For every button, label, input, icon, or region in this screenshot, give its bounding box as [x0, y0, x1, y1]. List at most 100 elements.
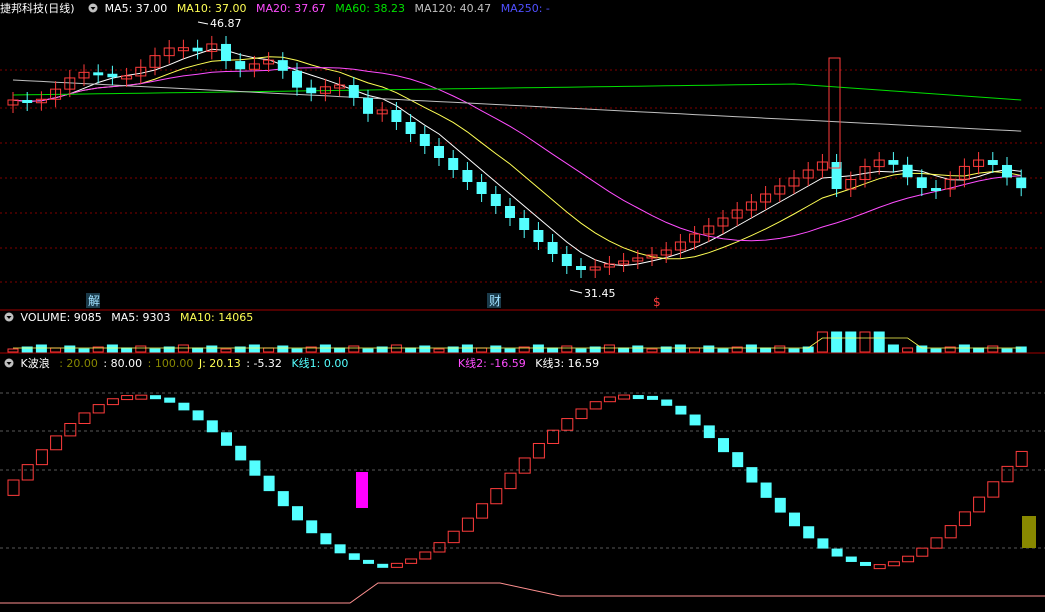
kwave-v2: : 80.00 — [103, 357, 143, 370]
menu-icon[interactable] — [4, 358, 14, 368]
volume-bar — [277, 345, 289, 353]
volume-bar — [674, 344, 686, 353]
candle-body — [163, 47, 175, 57]
kwave-bar — [902, 555, 915, 563]
volume-bars — [7, 331, 1027, 353]
volume-bar — [532, 344, 544, 353]
s-marker: $ — [653, 295, 661, 309]
kwave-neg: : -5.32 — [246, 357, 282, 370]
candle-body — [64, 77, 76, 90]
candle-body — [248, 63, 260, 70]
kwave-baseline — [0, 582, 1045, 604]
kwave-bar — [249, 460, 261, 476]
candle-body — [987, 160, 998, 165]
kwave-bar — [235, 445, 247, 461]
kwave-bar — [661, 399, 673, 406]
candle-body — [348, 85, 359, 98]
kwave-bar — [532, 442, 545, 459]
volume-bar — [405, 347, 417, 353]
ma60-line — [12, 83, 1022, 101]
stock-chart[interactable]: 46.87 31.45 解 财 $ — [0, 0, 1045, 612]
jie-marker-bg — [86, 293, 100, 308]
ma10-label: MA10: 37.00 — [176, 2, 247, 15]
candle-body — [363, 97, 373, 114]
kwave-bar — [150, 395, 161, 400]
kwave-k2: K线2: -16.59 — [457, 357, 526, 370]
candle-body — [50, 88, 62, 100]
kwave-bar — [377, 563, 389, 568]
kwave-last-bar — [1022, 516, 1036, 548]
low-price-label: 31.45 — [584, 287, 616, 300]
candle-body — [192, 47, 203, 52]
menu-icon[interactable] — [4, 312, 14, 322]
volume-bar — [291, 348, 303, 353]
candle-body — [845, 179, 857, 190]
kwave-bar — [178, 402, 190, 411]
kwave-bar — [987, 481, 1000, 498]
volume-bar — [958, 344, 970, 353]
candle-body — [561, 254, 572, 266]
volume-bar — [547, 347, 559, 353]
kwave-bar — [7, 479, 20, 496]
kwave-bar — [192, 410, 204, 421]
volume-bar — [788, 348, 800, 353]
volume-bar — [476, 347, 488, 353]
ma5-line — [12, 48, 1022, 267]
kwave-bar — [944, 525, 957, 539]
candle-body — [859, 166, 871, 181]
volume-bar — [845, 331, 857, 353]
kwave-bar — [789, 512, 800, 527]
low-price-pointer — [569, 289, 583, 294]
kwave-bar — [561, 418, 574, 431]
cai-marker-bg — [487, 293, 501, 308]
kwave-bar — [689, 414, 701, 426]
volume-bar — [902, 347, 914, 353]
candle-body — [745, 201, 757, 211]
kwave-bar — [363, 559, 374, 564]
kwave-grid — [0, 392, 1045, 549]
kwave-bar — [803, 526, 815, 539]
volume-bar — [802, 346, 814, 353]
volume-bar — [689, 347, 701, 353]
volume-bar — [362, 348, 374, 353]
candle-body — [177, 47, 189, 52]
menu-icon[interactable] — [88, 3, 98, 13]
candle-body — [376, 109, 388, 115]
kwave-bar — [461, 517, 474, 532]
candle-body — [931, 188, 941, 192]
volume-ma10: MA10: 14065 — [179, 311, 254, 324]
kwave-bar — [958, 511, 971, 527]
volume-bar — [461, 344, 473, 353]
volume-bar — [1001, 348, 1013, 353]
kwave-bar — [334, 544, 346, 554]
volume-bar — [376, 346, 388, 353]
volume-bar — [163, 346, 175, 353]
candle-body — [107, 73, 118, 78]
candle-body — [973, 159, 985, 167]
ma250-label: MA250: - — [500, 2, 550, 15]
volume-bar — [390, 344, 402, 353]
candle-body — [717, 217, 729, 227]
volume-bar — [220, 348, 232, 353]
candle-body — [660, 249, 672, 256]
high-price-pointer — [197, 21, 209, 25]
volume-bar — [589, 346, 601, 353]
moving-average-lines — [12, 48, 1022, 267]
volume-bar — [121, 347, 133, 353]
kwave-bar — [860, 561, 871, 566]
candle-body — [731, 209, 743, 219]
kwave-bar — [121, 395, 134, 401]
volume-header: VOLUME: 9085 MA5: 9303 MA10: 14065 — [0, 311, 1045, 325]
kwave-bar — [390, 562, 403, 568]
volume-bar — [1015, 346, 1027, 353]
volume-bar — [319, 344, 331, 353]
kwave-bar — [547, 429, 560, 444]
volume-bar — [774, 345, 786, 353]
candle-body — [448, 158, 459, 170]
candle-body — [22, 100, 33, 103]
candle-body — [135, 66, 147, 77]
kwave-v3: : 100.00 — [147, 357, 194, 370]
kwave-bar — [92, 404, 105, 414]
ma120-line — [12, 79, 1022, 132]
candle-body — [292, 70, 302, 88]
